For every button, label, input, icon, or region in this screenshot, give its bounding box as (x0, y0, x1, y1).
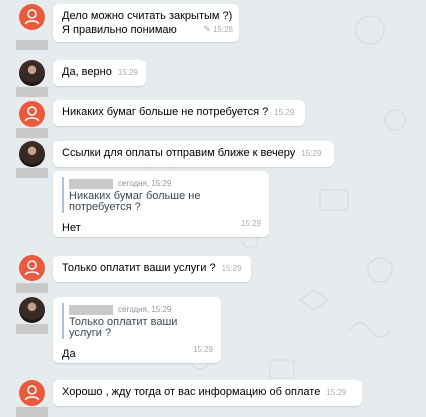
avatar[interactable] (19, 141, 45, 167)
avatar[interactable] (19, 380, 45, 406)
message-text: Да, верно (62, 66, 112, 78)
quoted-sender-redacted (69, 179, 113, 190)
sender-name-redacted (16, 168, 48, 178)
user-icon (24, 106, 40, 122)
message-text-line: Дело можно считать закрытым ?) (62, 10, 233, 22)
user-icon (24, 385, 40, 401)
message-bubble[interactable]: Ссылки для оплаты отправим ближе к вечер… (53, 141, 334, 167)
quoted-sender-redacted (69, 305, 113, 316)
message-bubble[interactable]: Только оплатит ваши услуги ? 15:29 (53, 256, 251, 282)
quote-date: сегодня, 15:29 (118, 179, 172, 189)
avatar[interactable] (19, 60, 45, 86)
sender-name-redacted (16, 87, 48, 97)
message-time: 15:29 (117, 68, 138, 77)
avatar[interactable] (19, 255, 45, 281)
sender-name-redacted (16, 324, 48, 334)
quote-date: сегодня, 15:29 (118, 305, 172, 315)
quote-text-line: потребуется ? (69, 201, 141, 214)
sender-name-redacted (16, 40, 48, 50)
message-time: 15:29 (301, 149, 322, 158)
avatar[interactable] (19, 297, 45, 323)
message-bubble-reply[interactable]: сегодня, 15:29 Только оплатит ваши услуг… (53, 297, 221, 363)
message-text: Никаких бумаг больше не потребуется ? (62, 106, 269, 118)
avatar[interactable] (19, 4, 45, 30)
user-icon (24, 9, 40, 25)
message-text: Нет (62, 222, 81, 234)
message-text: Ссылки для оплаты отправим ближе к вечер… (62, 147, 296, 159)
pencil-icon: ✎ (203, 24, 211, 34)
message-bubble[interactable]: Хорошо , жду тогда от вас информацию об … (53, 380, 362, 406)
sender-name-redacted (16, 283, 48, 293)
reply-quote[interactable]: сегодня, 15:29 Только оплатит ваши услуг… (62, 303, 214, 340)
message-time: 15:29 (240, 219, 261, 228)
reply-quote[interactable]: сегодня, 15:29 Никаких бумаг больше не п… (62, 177, 219, 214)
quote-text-line: услуги ? (69, 327, 112, 340)
message-bubble[interactable]: Да, верно 15:29 (53, 60, 146, 86)
message-time: 15:29 (221, 264, 242, 273)
message-time: 15:28 (212, 25, 233, 34)
message-text: Только оплатит ваши услуги ? (62, 262, 216, 274)
message-bubble-reply[interactable]: сегодня, 15:29 Никаких бумаг больше не п… (53, 171, 269, 237)
message-time: 15:29 (326, 388, 347, 397)
message-time: 15:29 (192, 345, 213, 354)
message-time: 15:29 (274, 108, 295, 117)
message-bubble[interactable]: Дело можно считать закрытым ?) Я правиль… (53, 4, 239, 42)
message-text: Да (62, 348, 76, 360)
avatar[interactable] (19, 101, 45, 127)
sender-name-redacted (16, 128, 48, 138)
message-bubble[interactable]: Никаких бумаг больше не потребуется ? 15:… (53, 100, 305, 126)
sender-name-redacted (16, 407, 48, 417)
user-icon (24, 260, 40, 276)
message-text: Хорошо , жду тогда от вас информацию об … (62, 386, 321, 398)
